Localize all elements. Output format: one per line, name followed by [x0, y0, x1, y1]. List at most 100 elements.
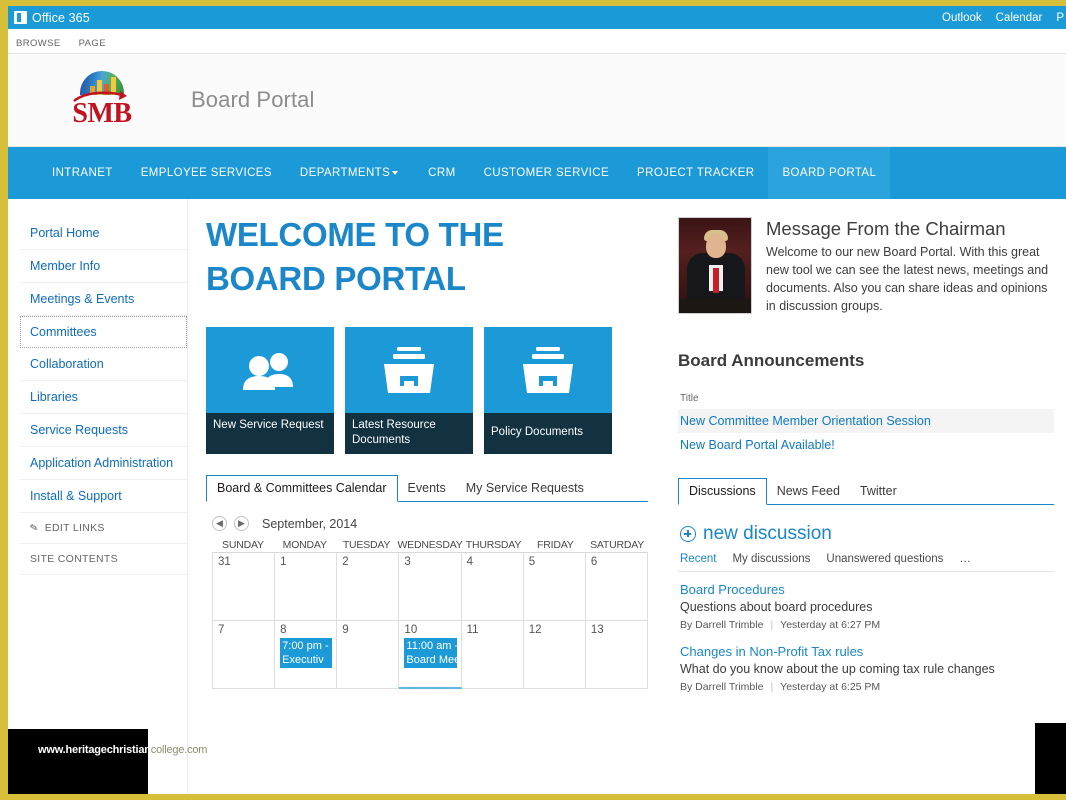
- chevron-down-icon: [392, 170, 399, 175]
- social-webpart-tabs: Discussions News Feed Twitter: [678, 478, 1054, 505]
- office365-suite-bar: Office 365 Outlook Calendar P: [8, 6, 1066, 29]
- calendar-day-cell[interactable]: 13: [585, 621, 648, 689]
- welcome-heading: WELCOME TO THE BOARD PORTAL: [206, 216, 504, 297]
- filter-recent[interactable]: Recent: [680, 553, 716, 565]
- calendar-day-cell[interactable]: 31: [213, 553, 276, 621]
- discussion-body: Questions about board procedures: [680, 600, 873, 614]
- filter-unanswered-questions[interactable]: Unanswered questions: [826, 553, 943, 565]
- arrow-right-icon[interactable]: ▶: [234, 516, 249, 531]
- chairman-body: Welcome to our new Board Portal. With th…: [766, 245, 1049, 313]
- calendar-event[interactable]: 11:00 am - 1: Board Meeti: [404, 638, 457, 668]
- filter-more-icon[interactable]: …: [959, 553, 971, 565]
- calendar-day-cell[interactable]: 8 7:00 pm - Executiv: [275, 621, 338, 689]
- tab-my-service-requests[interactable]: My Service Requests: [456, 476, 594, 501]
- discussion-subject[interactable]: Changes in Non-Profit Tax rules: [680, 644, 1054, 659]
- sidebar-item-portal-home[interactable]: Portal Home: [20, 217, 187, 250]
- calendar-day-headers: SUNDAY MONDAY TUESDAY WEDNESDAY THURSDAY…: [212, 539, 648, 553]
- edit-links-button[interactable]: ✎ EDIT LINKS: [20, 513, 187, 544]
- sidebar-item-collaboration[interactable]: Collaboration: [20, 348, 187, 381]
- page-frame: Office 365 Outlook Calendar P BROWSE PAG…: [0, 0, 1066, 800]
- sidebar-item-member-info[interactable]: Member Info: [20, 250, 187, 283]
- sidebar-item-meetings-events[interactable]: Meetings & Events: [20, 283, 187, 316]
- calendar-day-cell[interactable]: 4: [461, 553, 524, 621]
- redaction-box-right: [1035, 723, 1066, 794]
- calendar-day-cell[interactable]: 7: [213, 621, 276, 689]
- main-column: WELCOME TO THE BOARD PORTAL New Service …: [188, 199, 666, 794]
- calendar-day-cell[interactable]: 10 11:00 am - 1: Board Meeti: [399, 621, 462, 689]
- announcement-row[interactable]: New Committee Member Orientation Session: [678, 409, 1054, 433]
- tile-label: Policy Documents: [484, 413, 612, 454]
- nav-item-crm[interactable]: CRM: [414, 147, 469, 199]
- ribbon-tab-browse[interactable]: BROWSE: [16, 38, 61, 53]
- tab-discussions[interactable]: Discussions: [678, 478, 767, 505]
- filter-my-discussions[interactable]: My discussions: [732, 553, 810, 565]
- tab-events[interactable]: Events: [398, 476, 456, 501]
- discussion-subject[interactable]: Board Procedures: [680, 582, 1054, 597]
- meta-divider: |: [770, 619, 774, 631]
- document-library-icon: [345, 327, 473, 415]
- quick-launch-sidebar: Portal Home Member Info Meetings & Event…: [8, 199, 188, 794]
- new-discussion-button[interactable]: new discussion: [680, 523, 1054, 545]
- logo-wordmark: SMB: [72, 98, 132, 129]
- calendar-day-cell[interactable]: 3: [399, 553, 462, 621]
- nav-item-board-portal[interactable]: BOARD PORTAL: [768, 147, 891, 199]
- discussion-filters: Recent My discussions Unanswered questio…: [678, 553, 1054, 572]
- nav-item-project-tracker[interactable]: PROJECT TRACKER: [623, 147, 768, 199]
- pencil-icon: ✎: [28, 521, 40, 535]
- sidebar-item-service-requests[interactable]: Service Requests: [20, 414, 187, 447]
- nav-item-customer-service[interactable]: CUSTOMER SERVICE: [470, 147, 623, 199]
- calendar-day-header: MONDAY: [282, 539, 327, 551]
- ribbon-tab-page[interactable]: PAGE: [79, 38, 106, 53]
- sidebar-item-install-support[interactable]: Install & Support: [20, 480, 187, 513]
- calendar-day-header: TUESDAY: [342, 539, 391, 551]
- announcement-row[interactable]: New Board Portal Available!: [678, 433, 1054, 457]
- meta-divider: |: [770, 681, 774, 693]
- tile-label: Latest Resource Documents: [345, 413, 473, 454]
- calendar-event[interactable]: 7:00 pm - Executiv: [280, 638, 333, 668]
- nav-item-intranet[interactable]: INTRANET: [38, 147, 127, 199]
- site-contents-link[interactable]: SITE CONTENTS: [20, 544, 187, 575]
- watermark-bold: www.heritagechristian: [38, 744, 151, 756]
- nav-item-departments[interactable]: DEPARTMENTS: [286, 147, 414, 199]
- arrow-left-icon[interactable]: ◀: [212, 516, 227, 531]
- calendar-day-cell[interactable]: 5: [523, 553, 586, 621]
- tile-new-service-request[interactable]: New Service Request: [206, 327, 334, 454]
- calendar-day-cell[interactable]: 9: [337, 621, 400, 689]
- tab-twitter[interactable]: Twitter: [850, 479, 907, 504]
- tab-news-feed[interactable]: News Feed: [767, 479, 850, 504]
- calendar-day-cell[interactable]: 11: [461, 621, 524, 689]
- suite-brand-label[interactable]: Office 365: [32, 11, 90, 25]
- redaction-separator: [1032, 723, 1035, 794]
- discussion-item: Changes in Non-Profit Tax rules What do …: [678, 644, 1054, 693]
- sidebar-item-libraries[interactable]: Libraries: [20, 381, 187, 414]
- calendar-day-cell[interactable]: 6: [585, 553, 648, 621]
- watermark: www.heritagechristiancollege.com: [38, 744, 207, 756]
- calendar-day-cell[interactable]: 12: [523, 621, 586, 689]
- chairman-photo: [678, 217, 752, 314]
- tab-board-committees-calendar[interactable]: Board & Committees Calendar: [206, 475, 398, 502]
- calendar-navigation: ◀ ▶ September, 2014: [212, 516, 648, 531]
- app-launcher-icon[interactable]: [14, 11, 27, 24]
- discussion-author: By Darrell Trimble: [680, 619, 764, 631]
- suite-link-outlook[interactable]: Outlook: [942, 12, 982, 24]
- suite-link-calendar[interactable]: Calendar: [996, 12, 1043, 24]
- right-column: Message From the Chairman Welcome to our…: [666, 199, 1066, 794]
- calendar-day-header: FRIDAY: [537, 539, 574, 551]
- plus-circle-icon: [680, 526, 696, 542]
- tile-latest-resource-documents[interactable]: Latest Resource Documents: [345, 327, 473, 454]
- discussion-item: Board Procedures Questions about board p…: [678, 582, 1054, 631]
- calendar-day-cell[interactable]: 2: [337, 553, 400, 621]
- nav-item-employee-services[interactable]: EMPLOYEE SERVICES: [127, 147, 286, 199]
- sidebar-item-committees[interactable]: Committees: [20, 316, 187, 348]
- calendar-day-cell[interactable]: 1: [275, 553, 338, 621]
- smb-logo-icon[interactable]: SMB: [66, 69, 138, 131]
- tile-policy-documents[interactable]: Policy Documents: [484, 327, 612, 454]
- tile-label: New Service Request: [206, 413, 334, 454]
- discussion-time: Yesterday at 6:27 PM: [780, 619, 881, 631]
- discussion-author: By Darrell Trimble: [680, 681, 764, 693]
- sidebar-item-application-administration[interactable]: Application Administration: [20, 447, 187, 480]
- calendar-day-header: WEDNESDAY: [397, 539, 463, 551]
- suite-link-people[interactable]: P: [1056, 12, 1064, 24]
- calendar-day-header: THURSDAY: [465, 539, 522, 551]
- calendar-week-row: 31 1 2 3 4 5 6: [213, 553, 648, 621]
